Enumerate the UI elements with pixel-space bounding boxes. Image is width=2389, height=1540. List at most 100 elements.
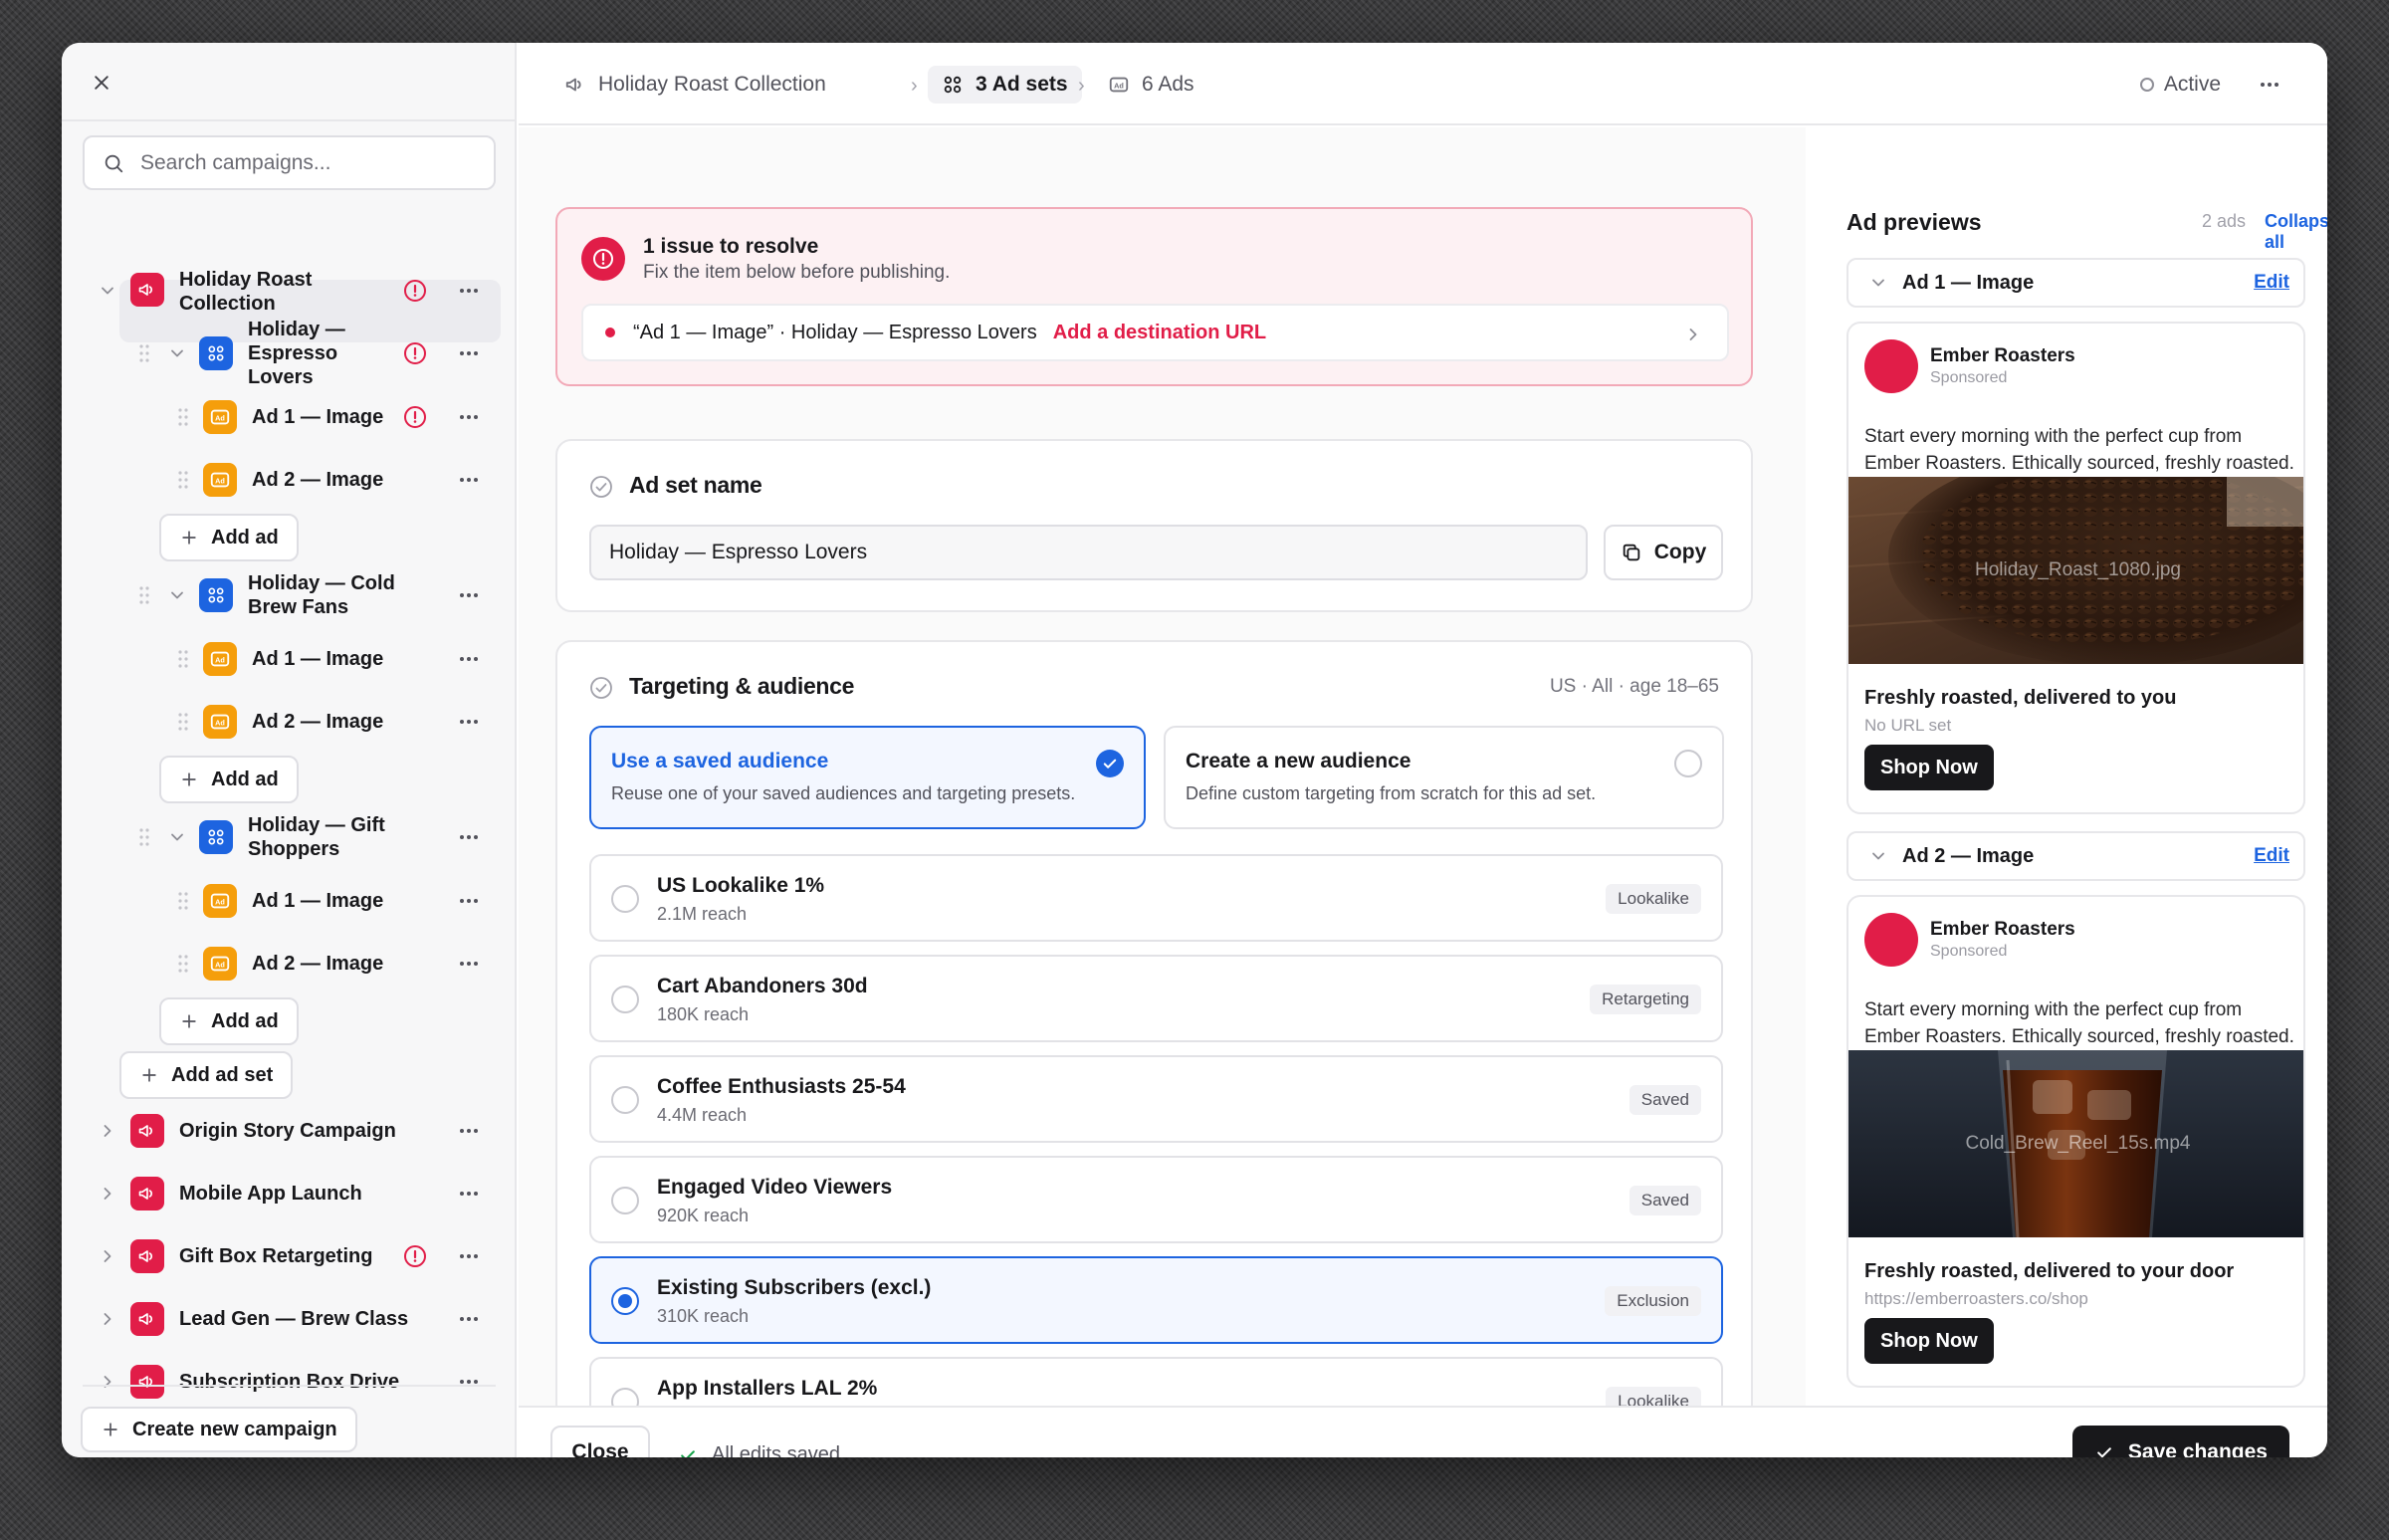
more-options-icon[interactable] <box>457 710 481 734</box>
adset-grid-icon <box>206 585 226 605</box>
brand-avatar <box>1864 913 1918 967</box>
more-options-icon[interactable] <box>457 341 481 365</box>
chevron-right-icon[interactable] <box>98 1372 117 1392</box>
ad-badge-icon <box>203 400 237 434</box>
save-status: All edits saved <box>678 1443 840 1457</box>
more-options-icon[interactable] <box>457 1119 481 1143</box>
audience-option[interactable]: App Installers LAL 2% Lookalike <box>589 1357 1723 1406</box>
audience-option[interactable]: Engaged Video Viewers 920K reach Saved <box>589 1156 1723 1243</box>
collapse-all-link[interactable]: Collapse all <box>2265 211 2327 253</box>
more-options-icon[interactable] <box>457 889 481 913</box>
adset-label: Holiday — Espresso Lovers <box>248 319 345 388</box>
radio-button[interactable] <box>611 1086 639 1114</box>
save-changes-button[interactable]: Save changes <box>2071 1426 2289 1457</box>
warning-icon <box>403 341 427 365</box>
breadcrumb-adsets[interactable]: 3 Ad sets <box>928 66 1082 104</box>
alert-icon <box>581 237 625 281</box>
choice-new-audience[interactable]: Create a new audience Define custom targ… <box>1164 726 1724 829</box>
check-circle-icon <box>589 475 613 499</box>
more-options-icon[interactable] <box>457 825 481 849</box>
campaign-badge-icon <box>130 1302 164 1336</box>
close-modal-button[interactable] <box>86 67 117 99</box>
drag-handle-icon[interactable] <box>177 407 189 427</box>
chevron-down-icon[interactable] <box>167 585 187 605</box>
add-ad-button[interactable]: Add ad <box>159 514 299 561</box>
sidebar-header <box>62 43 515 121</box>
shop-now-button[interactable]: Shop Now <box>1864 745 1994 790</box>
more-options-icon[interactable] <box>457 1182 481 1206</box>
radio-button[interactable] <box>611 1388 639 1406</box>
adset-name-input[interactable] <box>589 525 1588 580</box>
search-input[interactable] <box>140 150 469 175</box>
audience-option[interactable]: US Lookalike 1% 2.1M reach Lookalike <box>589 854 1723 942</box>
drag-handle-icon[interactable] <box>177 470 189 490</box>
campaign-badge-icon <box>130 1239 164 1273</box>
campaign-badge-icon <box>130 1365 164 1399</box>
more-options-icon[interactable] <box>457 279 481 303</box>
chevron-down-icon[interactable] <box>98 281 117 301</box>
more-options-icon[interactable] <box>457 468 481 492</box>
more-options-icon[interactable] <box>457 1370 481 1394</box>
drag-handle-icon[interactable] <box>177 891 189 911</box>
breadcrumb-campaign[interactable]: Holiday Roast Collection <box>564 66 826 104</box>
more-options-icon[interactable] <box>2258 73 2281 97</box>
check-icon <box>681 1449 695 1457</box>
check-circle-icon <box>589 676 613 700</box>
drag-handle-icon[interactable] <box>138 343 150 363</box>
radio-button[interactable] <box>611 1187 639 1214</box>
audience-option[interactable]: Cart Abandoners 30d 180K reach Retargeti… <box>589 955 1723 1042</box>
issue-banner: 1 issue to resolve Fix the item below be… <box>555 207 1753 386</box>
shop-now-button[interactable]: Shop Now <box>1864 1318 1994 1364</box>
drag-handle-icon[interactable] <box>177 649 189 669</box>
more-options-icon[interactable] <box>457 647 481 671</box>
more-options-icon[interactable] <box>457 952 481 976</box>
chevron-down-icon[interactable] <box>167 343 187 363</box>
issue-fix-link[interactable]: Add a destination URL <box>1053 322 1266 344</box>
campaign-label: Gift Box Retargeting <box>179 1245 373 1267</box>
campaign-badge-icon <box>130 1114 164 1148</box>
edit-link[interactable]: Edit <box>2254 845 2289 867</box>
add-ad-set-button[interactable]: Add ad set <box>119 1051 294 1099</box>
more-options-icon[interactable] <box>457 405 481 429</box>
more-options-icon[interactable] <box>457 583 481 607</box>
add-ad-button[interactable]: Add ad <box>159 756 299 803</box>
plus-icon <box>179 770 199 789</box>
chevron-right-icon[interactable] <box>98 1184 117 1204</box>
audience-option[interactable]: Coffee Enthusiasts 25-54 4.4M reach Save… <box>589 1055 1723 1143</box>
campaign-search[interactable] <box>83 135 496 190</box>
chevron-right-icon[interactable] <box>98 1309 117 1329</box>
issue-subtitle: Fix the item below before publishing. <box>643 262 951 283</box>
ad-badge-icon <box>203 463 237 497</box>
issue-title: 1 issue to resolve <box>643 235 819 258</box>
chevron-down-icon[interactable] <box>167 827 187 847</box>
radio-button[interactable] <box>611 885 639 913</box>
close-button[interactable]: Close <box>550 1426 650 1457</box>
drag-handle-icon[interactable] <box>138 585 150 605</box>
copy-button[interactable]: Copy <box>1604 525 1723 580</box>
create-campaign-button[interactable]: Create new campaign <box>81 1407 357 1452</box>
status-dot-icon <box>2139 78 2154 92</box>
add-ad-button[interactable]: Add ad <box>159 997 299 1045</box>
drag-handle-icon[interactable] <box>138 827 150 847</box>
ad-preview-header[interactable]: Ad 2 — Image Edit <box>1846 831 2305 881</box>
issue-item[interactable]: “Ad 1 — Image” · Holiday — Espresso Love… <box>581 304 1729 361</box>
drag-handle-icon[interactable] <box>177 954 189 974</box>
brand-avatar <box>1864 339 1918 393</box>
drag-handle-icon[interactable] <box>177 712 189 732</box>
chevron-right-icon[interactable] <box>98 1246 117 1266</box>
chevron-right-icon[interactable] <box>98 1121 117 1141</box>
media-filename: Holiday_Roast_1080.jpg <box>1974 559 2182 580</box>
radio-button[interactable] <box>611 986 639 1013</box>
more-options-icon[interactable] <box>457 1244 481 1268</box>
audience-option-selected[interactable]: Existing Subscribers (excl.) 310K reach … <box>589 1256 1723 1344</box>
choice-saved-audience[interactable]: Use a saved audience Reuse one of your s… <box>589 726 1146 829</box>
radio-button[interactable] <box>611 1287 639 1315</box>
campaign-badge-icon <box>130 1177 164 1210</box>
breadcrumb-ads[interactable]: 6 Ads <box>1108 66 1194 104</box>
more-options-icon[interactable] <box>457 1307 481 1331</box>
ad-url: https://emberroasters.co/shop <box>1864 1289 2088 1308</box>
edit-link[interactable]: Edit <box>2254 272 2289 294</box>
audience-tag: Retargeting <box>1590 985 1701 1014</box>
ad-previews-panel: Ad previews 2 ads Collapse all Ad 1 — Im… <box>1806 127 2327 1406</box>
ad-preview-header[interactable]: Ad 1 — Image Edit <box>1846 258 2305 308</box>
